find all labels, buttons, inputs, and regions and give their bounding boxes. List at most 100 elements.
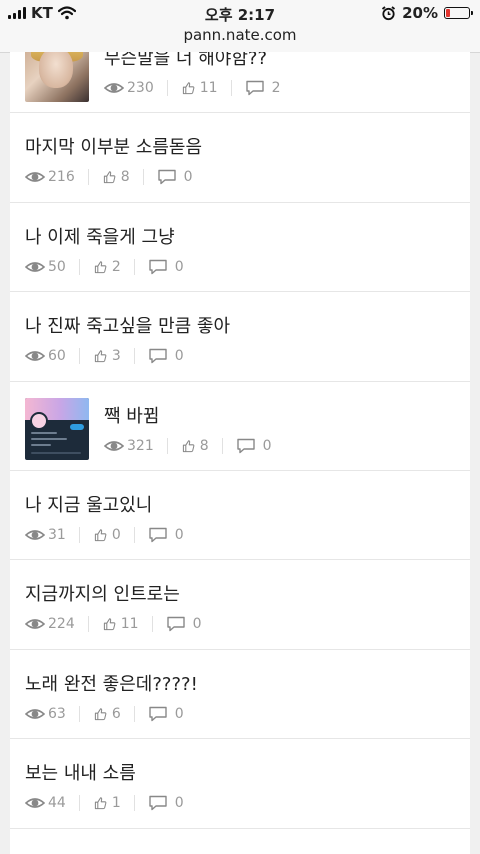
like-count: 2 [93,259,121,275]
like-count-value: 1 [111,795,121,812]
comment-count: 0 [148,259,184,275]
battery-icon [444,7,473,19]
comment-count: 0 [236,438,272,454]
post-title[interactable]: 짹 바뀜 [104,402,159,428]
divider [166,80,168,96]
view-count-value: 63 [48,705,66,722]
comment-icon [149,795,167,811]
eye-icon [25,619,45,630]
alarm-icon [382,5,396,20]
post-title[interactable]: 나 이제 죽을게 그냥 [25,223,175,249]
comment-count-value: 0 [192,616,202,633]
view-count: 44 [25,795,66,811]
view-count-value: 321 [127,437,154,454]
view-count: 60 [25,348,66,364]
thumbs-up-icon [103,618,116,631]
divider [78,526,80,543]
view-count-value: 44 [48,795,66,812]
comment-count-value: 0 [174,705,184,722]
comment-count: 0 [148,348,184,364]
post-thumbnail[interactable] [25,52,89,102]
post-title[interactable]: 나 지금 울고있니 [25,491,152,517]
thumbs-up-icon [94,529,107,542]
divider [142,169,144,186]
divider [78,795,80,812]
like-count-value: 0 [111,526,121,543]
post-meta: 230 11 2 [104,80,280,96]
comment-icon [149,348,167,364]
post-title[interactable]: 마지막 이부분 소름돋음 [25,133,202,159]
divider [133,258,135,275]
comment-icon [166,617,185,632]
post-item[interactable]: 마지막 이부분 소름돋음 216 8 0 [10,113,470,203]
post-item[interactable]: 나 지금 울고있니 31 0 0 [10,471,470,561]
like-count: 8 [181,438,209,454]
post-list: 무슨말을 더 해야함?? 230 11 2 마지막 이부분 소름돋음 216 8… [10,52,470,829]
post-title[interactable]: 무슨말을 더 해야함?? [104,52,267,70]
post-title[interactable]: 나 진짜 죽고싶을 만큼 좋아 [25,312,230,338]
like-count: 0 [93,527,121,543]
post-meta: 321 8 0 [104,437,272,454]
comment-icon [149,706,167,721]
eye-icon [104,440,124,451]
divider [133,348,135,365]
divider [133,526,135,543]
comment-icon [245,80,264,96]
comment-count: 2 [245,80,280,96]
view-count: 50 [25,259,66,275]
battery-fill [446,9,450,17]
like-count-value: 3 [111,348,121,365]
eye-icon [25,351,45,361]
post-meta: 60 3 0 [25,348,184,365]
post-item[interactable]: 나 진짜 죽고싶을 만큼 좋아 60 3 0 [10,292,470,382]
like-count: 8 [102,169,130,185]
post-meta: 216 8 0 [25,169,193,186]
post-title[interactable]: 노래 완전 좋은데????! [25,670,198,696]
post-item[interactable]: 무슨말을 더 해야함?? 230 11 2 [10,52,470,114]
post-title[interactable]: 보는 내내 소름 [25,759,136,785]
view-count: 230 [104,80,154,96]
eye-icon [25,261,45,272]
divider [151,616,153,633]
address-bar[interactable]: pann.nate.com [0,26,480,44]
view-count-value: 50 [48,258,66,275]
post-meta: 50 2 0 [25,258,184,275]
comment-count-value: 0 [174,526,184,543]
divider [78,258,80,275]
divider [230,80,232,96]
post-item[interactable]: 짹 바뀜 321 8 0 [10,382,470,471]
comment-icon [157,170,176,185]
like-count: 6 [93,706,121,722]
thumbs-up-icon [94,350,107,363]
post-title[interactable]: 지금까지의 인트로는 [25,580,180,606]
comment-count-value: 0 [174,795,184,812]
comment-count-value: 0 [174,258,184,275]
thumbs-up-icon [103,171,116,184]
like-count-value: 11 [199,80,218,96]
post-item[interactable]: 지금까지의 인트로는 224 11 0 [10,560,470,650]
like-count-value: 6 [111,705,121,722]
post-item[interactable]: 보는 내내 소름 44 1 0 [10,739,470,829]
view-count-value: 230 [127,80,154,96]
view-count-value: 224 [48,616,75,633]
post-item[interactable]: 나 이제 죽을게 그냥 50 2 0 [10,203,470,293]
divider [87,616,89,633]
comment-count: 0 [148,795,184,811]
divider [166,437,168,454]
comment-count: 0 [148,527,184,543]
post-item[interactable]: 노래 완전 좋은데????! 63 6 0 [10,650,470,740]
eye-icon [25,798,45,808]
comment-count: 0 [157,169,193,185]
eye-icon [25,530,45,540]
comment-count-value: 0 [183,169,193,186]
eye-icon [25,172,45,183]
view-count: 321 [104,438,154,454]
post-thumbnail[interactable] [25,397,89,460]
divider [87,169,89,186]
status-right: 20% [381,4,473,22]
comment-icon [149,527,167,543]
post-meta: 63 6 0 [25,705,184,722]
view-count-value: 31 [48,526,66,543]
like-count-value: 2 [111,258,121,275]
divider [221,437,223,454]
